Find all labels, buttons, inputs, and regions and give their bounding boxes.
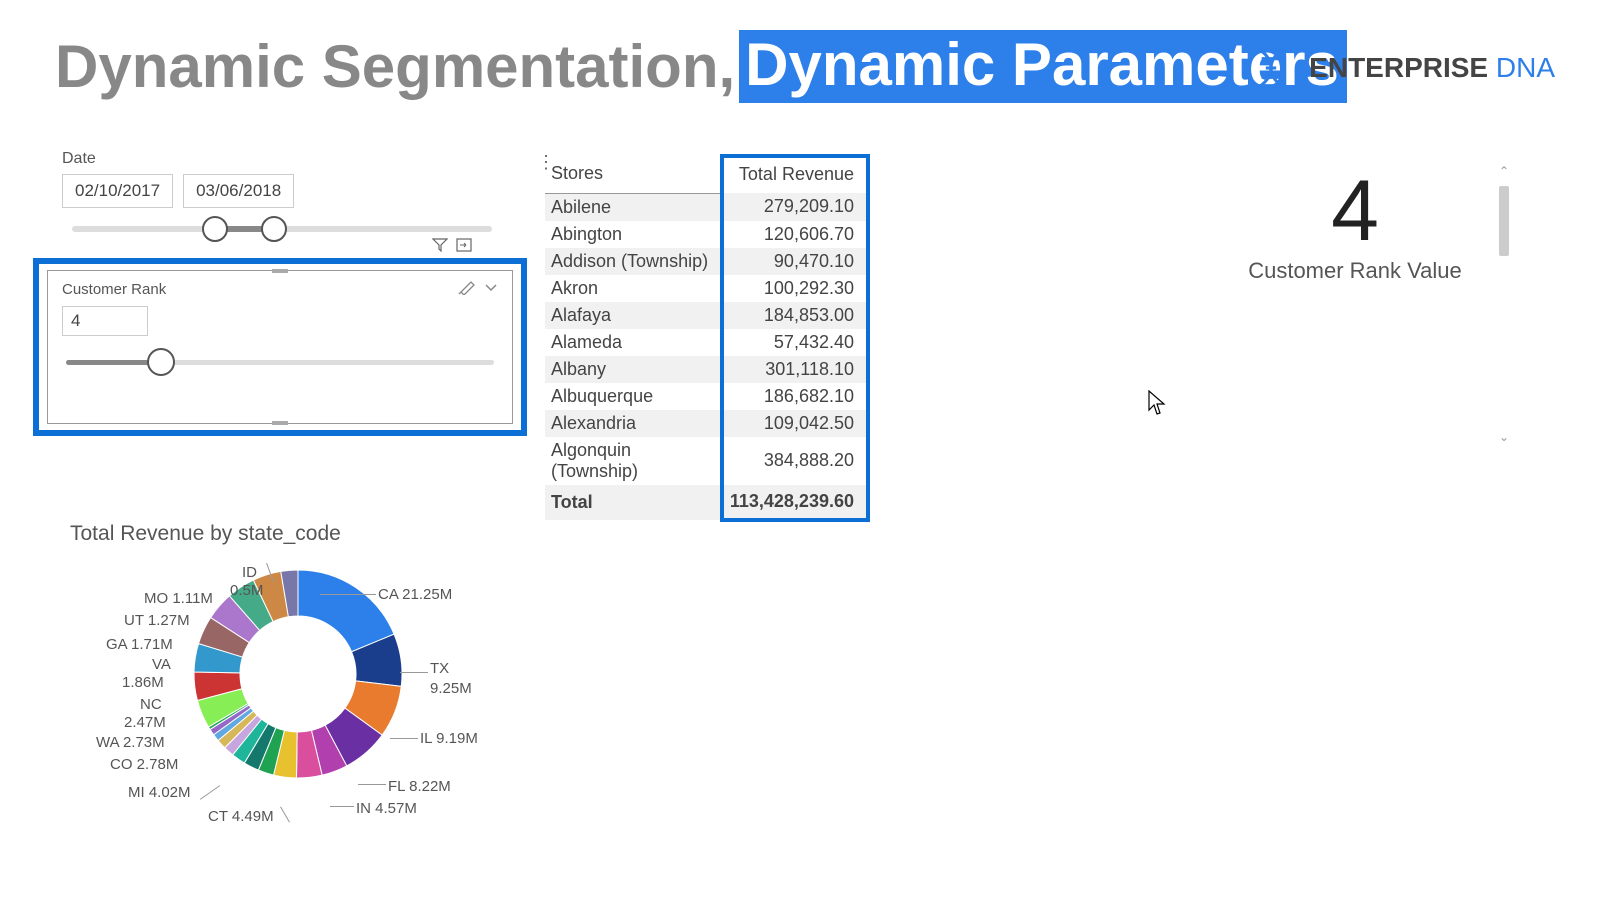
- date-range-track[interactable]: [72, 226, 492, 232]
- date-range-handle-right[interactable]: [261, 216, 287, 242]
- revenue-cell: 120,606.70: [722, 221, 868, 248]
- store-cell: Alameda: [545, 329, 722, 356]
- store-cell: Addison (Township): [545, 248, 722, 275]
- total-value: 113,428,239.60: [722, 485, 868, 520]
- mouse-cursor-icon: [1148, 390, 1166, 416]
- chevron-down-icon[interactable]: [482, 279, 500, 295]
- store-cell: Abilene: [545, 193, 722, 221]
- revenue-cell: 90,470.10: [722, 248, 868, 275]
- dlabel-va1: VA: [152, 656, 171, 673]
- table-row[interactable]: Alameda57,432.40: [545, 329, 868, 356]
- revenue-cell: 186,682.10: [722, 383, 868, 410]
- table-row[interactable]: Abilene279,209.10: [545, 193, 868, 221]
- revenue-table[interactable]: ⋮ Stores Total Revenue Abilene279,209.10…: [545, 154, 870, 522]
- revenue-cell: 301,118.10: [722, 356, 868, 383]
- col-stores[interactable]: Stores: [545, 156, 722, 193]
- dlabel-ga: GA 1.71M: [106, 636, 173, 653]
- table-row[interactable]: Alexandria109,042.50: [545, 410, 868, 437]
- dlabel-in: IN 4.57M: [356, 800, 417, 817]
- date-slicer[interactable]: Date 02/10/2017 03/06/2018: [62, 150, 502, 232]
- customer-rank-slicer-selected[interactable]: Customer Rank 4: [33, 258, 527, 436]
- store-cell: Algonquin (Township): [545, 437, 722, 485]
- store-cell: Albuquerque: [545, 383, 722, 410]
- focus-mode-icon[interactable]: [456, 238, 472, 252]
- dlabel-nc2: 2.47M: [124, 714, 166, 731]
- donut-svg: [188, 564, 408, 784]
- rank-track[interactable]: [66, 360, 494, 365]
- revenue-cell: 100,292.30: [722, 275, 868, 302]
- table-row[interactable]: Algonquin (Township)384,888.20: [545, 437, 868, 485]
- rank-handle[interactable]: [147, 348, 175, 376]
- store-cell: Albany: [545, 356, 722, 383]
- revenue-cell: 109,042.50: [722, 410, 868, 437]
- dlabel-mo: MO 1.11M: [144, 590, 213, 607]
- card-value: 4: [1210, 168, 1500, 254]
- scroll-down-icon[interactable]: ⌄: [1499, 430, 1509, 444]
- table-row[interactable]: Abington120,606.70: [545, 221, 868, 248]
- dlabel-id2: 0.5M: [230, 582, 263, 599]
- total-label: Total: [545, 485, 722, 520]
- dlabel-va2: 1.86M: [122, 674, 164, 691]
- title-plain: Dynamic Segmentation,: [55, 32, 735, 101]
- card-scrollbar[interactable]: ⌃ ⌄: [1496, 164, 1512, 444]
- dlabel-tx2: 9.25M: [430, 680, 472, 697]
- dlabel-wa: WA 2.73M: [96, 734, 165, 751]
- store-cell: Abington: [545, 221, 722, 248]
- customer-rank-card: 4 Customer Rank Value: [1210, 168, 1500, 284]
- table-row[interactable]: Albany301,118.10: [545, 356, 868, 383]
- table-row[interactable]: Akron100,292.30: [545, 275, 868, 302]
- revenue-cell: 384,888.20: [722, 437, 868, 485]
- dlabel-il: IL 9.19M: [420, 730, 478, 747]
- date-slicer-label: Date: [62, 150, 502, 168]
- brand-text: ENTERPRISE DNA: [1309, 52, 1555, 84]
- brand-logo: ENTERPRISE DNA: [1245, 42, 1555, 94]
- revenue-cell: 184,853.00: [722, 302, 868, 329]
- rank-slicer-label: Customer Rank: [48, 271, 512, 304]
- table-options-icon[interactable]: ⋮: [537, 152, 555, 173]
- table-row[interactable]: Alafaya184,853.00: [545, 302, 868, 329]
- store-cell: Alexandria: [545, 410, 722, 437]
- donut-title: Total Revenue by state_code: [70, 522, 490, 546]
- rank-value-input[interactable]: 4: [62, 306, 148, 336]
- donut-chart[interactable]: Total Revenue by state_code CA 21.25M TX…: [70, 522, 490, 860]
- date-range-handle-left[interactable]: [202, 216, 228, 242]
- filter-icon[interactable]: [432, 238, 448, 252]
- dlabel-fl: FL 8.22M: [388, 778, 451, 795]
- dlabel-mi: MI 4.02M: [128, 784, 191, 801]
- store-cell: Akron: [545, 275, 722, 302]
- date-from-input[interactable]: 02/10/2017: [62, 174, 173, 208]
- dlabel-ut: UT 1.27M: [124, 612, 190, 629]
- dlabel-id1: ID: [242, 564, 257, 581]
- dlabel-ct: CT 4.49M: [208, 808, 274, 825]
- col-total-revenue[interactable]: Total Revenue: [722, 156, 868, 193]
- dlabel-co: CO 2.78M: [110, 756, 178, 773]
- date-to-input[interactable]: 03/06/2018: [183, 174, 294, 208]
- revenue-cell: 57,432.40: [722, 329, 868, 356]
- scroll-thumb[interactable]: [1499, 186, 1509, 256]
- dna-icon: [1245, 42, 1297, 94]
- revenue-cell: 279,209.10: [722, 193, 868, 221]
- card-label: Customer Rank Value: [1210, 258, 1500, 284]
- dlabel-tx1: TX: [430, 660, 449, 677]
- brand-suffix: DNA: [1496, 52, 1555, 83]
- table-row[interactable]: Addison (Township)90,470.10: [545, 248, 868, 275]
- dlabel-nc1: NC: [140, 696, 162, 713]
- store-cell: Alafaya: [545, 302, 722, 329]
- dlabel-ca: CA 21.25M: [378, 586, 452, 603]
- clear-icon[interactable]: [458, 279, 476, 295]
- brand-prefix: ENTERPRISE: [1309, 52, 1496, 83]
- scroll-up-icon[interactable]: ⌃: [1499, 164, 1509, 178]
- table-row[interactable]: Albuquerque186,682.10: [545, 383, 868, 410]
